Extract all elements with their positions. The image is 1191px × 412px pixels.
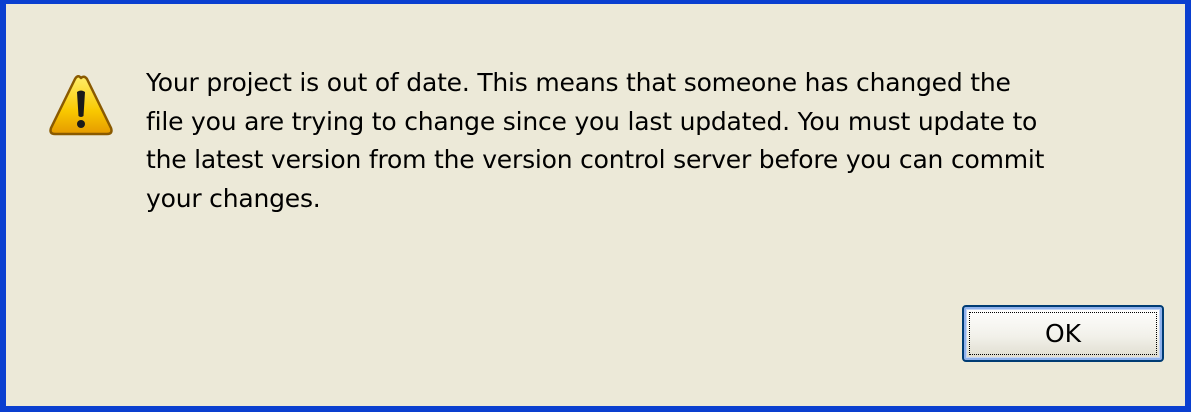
message-line: file you are trying to change since you … [146, 106, 1038, 136]
ok-button[interactable]: OK [962, 305, 1164, 362]
warning-icon [49, 75, 113, 136]
message-line: your changes. [146, 183, 321, 213]
alert-dialog: Your project is out of date. This means … [0, 0, 1191, 412]
message-line: Your project is out of date. This means … [146, 68, 1011, 97]
message-line: the latest version from the version cont… [146, 145, 1045, 174]
ok-button-label: OK [1044, 319, 1082, 348]
dialog-message: Your project is out of date. This means … [146, 64, 1156, 218]
